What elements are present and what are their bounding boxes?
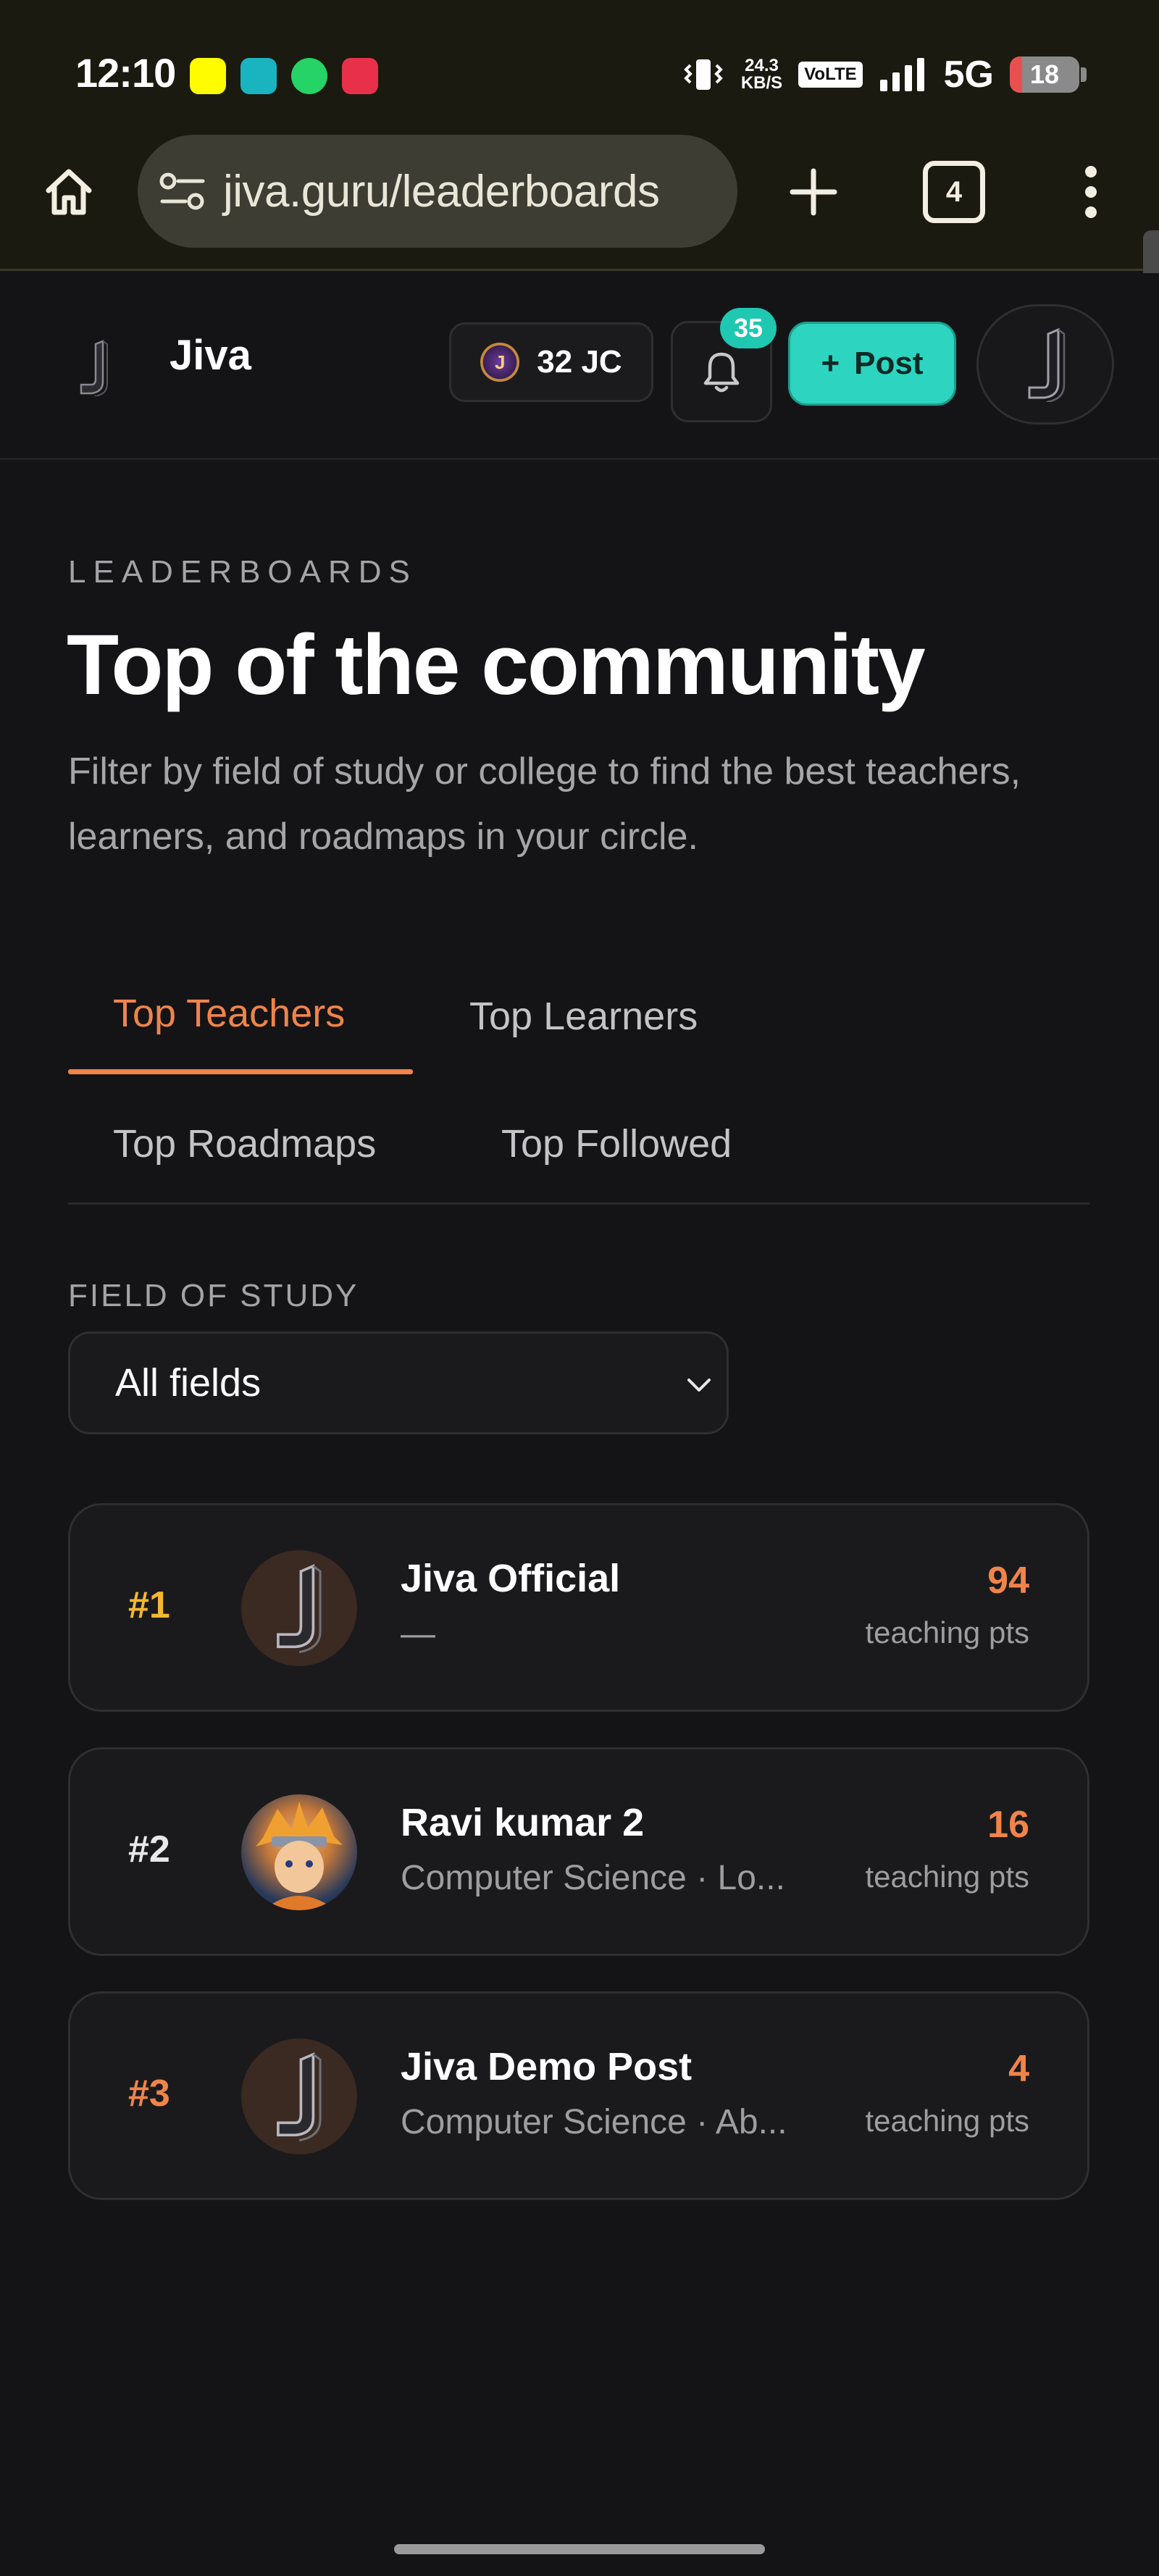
coin-icon: J: [480, 343, 520, 382]
coins-balance[interactable]: J 32 JC: [449, 322, 653, 402]
zomato-icon: [342, 58, 378, 94]
rank-label: #1: [128, 1584, 170, 1626]
battery-nub: [1081, 67, 1087, 82]
user-meta: Computer Science · Lo...: [401, 1859, 785, 1897]
leaderboard-entry[interactable]: #3 Jiva Demo Post Computer Science · Ab.…: [68, 1991, 1089, 2200]
avatar: [241, 1550, 357, 1666]
points-value: 4: [1008, 2048, 1029, 2090]
more-vert-icon: [1085, 166, 1097, 218]
tab-top-learners[interactable]: Top Learners: [469, 994, 698, 1039]
network-speed: 24.3 KB/S: [740, 56, 783, 93]
rank-label: #3: [128, 2073, 170, 2115]
section-eyebrow: LEADERBOARDS: [68, 554, 417, 590]
status-bar: 12:10 24.3 KB/S VoLTE 5G 18: [0, 0, 1159, 130]
status-time: 12:10: [75, 50, 176, 96]
battery-fill: [1010, 57, 1023, 93]
leaderboard-entry[interactable]: #1 Jiva Official — 94 teaching pts: [68, 1503, 1089, 1712]
whatsapp-icon: [291, 58, 327, 94]
avatar: [241, 1794, 357, 1910]
new-post-button[interactable]: + Post: [788, 322, 956, 406]
screen: 12:10 24.3 KB/S VoLTE 5G 18 jiva.guru/le…: [0, 0, 1159, 2576]
address-bar[interactable]: jiva.guru/leaderboards: [138, 135, 737, 248]
profile-avatar-button[interactable]: [976, 304, 1114, 425]
battery-icon: 18: [1010, 57, 1079, 93]
app-notification-icon: [240, 58, 277, 94]
snapchat-icon: [190, 58, 226, 94]
menu-button[interactable]: [1069, 159, 1113, 225]
selected-field: All fields: [115, 1361, 261, 1405]
active-tab-indicator: [68, 1069, 413, 1074]
tabs-divider: [68, 1203, 1089, 1205]
jiva-logo-icon: [277, 1564, 322, 1654]
coins-text: 32 JC: [537, 344, 622, 380]
user-meta: —: [401, 1615, 435, 1653]
page-subtitle: Filter by field of study or college to f…: [68, 750, 1021, 858]
new-tab-button[interactable]: [781, 159, 846, 225]
signal-icon: [879, 58, 924, 91]
tab-count: 4: [945, 175, 963, 208]
volte-badge: VoLTE: [798, 62, 863, 88]
post-button-label: Post: [854, 346, 924, 381]
network-type: 5G: [943, 54, 994, 96]
points-value: 94: [987, 1560, 1029, 1602]
plus-icon: +: [821, 346, 840, 381]
tab-switcher-button[interactable]: 4: [923, 161, 985, 223]
home-icon: [46, 169, 92, 215]
plus-icon: [790, 168, 837, 216]
rank-label: #2: [128, 1828, 170, 1870]
user-name[interactable]: Jiva Demo Post: [401, 2044, 692, 2089]
points-label: teaching pts: [865, 2104, 1030, 2138]
points-value: 16: [987, 1804, 1029, 1846]
home-button[interactable]: [36, 159, 101, 225]
url-text: jiva.guru/leaderboards: [223, 166, 660, 217]
leaderboard-entry[interactable]: #2 Ravi kumar 2 Computer Science · Lo...…: [68, 1747, 1089, 1956]
points-label: teaching pts: [865, 1860, 1030, 1894]
vibrate-icon: [684, 59, 723, 90]
jiva-logo-icon: [277, 2052, 322, 2142]
chevron-down-icon: [687, 1379, 711, 1392]
status-indicators: 24.3 KB/S VoLTE 5G 18: [682, 49, 1087, 100]
bell-icon: [703, 352, 740, 393]
page-title: Top of the community: [67, 617, 926, 713]
brand-name[interactable]: Jiva: [170, 331, 251, 380]
anime-avatar-image: [256, 1802, 343, 1910]
gesture-home-indicator[interactable]: [394, 2544, 765, 2554]
points-label: teaching pts: [865, 1615, 1030, 1649]
tab-top-followed[interactable]: Top Followed: [501, 1121, 732, 1166]
field-of-study-label: FIELD OF STUDY: [68, 1278, 359, 1313]
tab-top-teachers[interactable]: Top Teachers: [113, 991, 345, 1036]
tab-top-roadmaps[interactable]: Top Roadmaps: [113, 1121, 376, 1166]
site-settings-icon[interactable]: [158, 170, 209, 213]
user-avatar-logo: [1028, 327, 1066, 402]
browser-toolbar: jiva.guru/leaderboards 4: [0, 130, 1159, 271]
jiva-logo-icon: [80, 340, 108, 396]
user-name[interactable]: Ravi kumar 2: [401, 1800, 644, 1845]
battery-level: 18: [1029, 59, 1060, 89]
user-name[interactable]: Jiva Official: [401, 1556, 620, 1601]
avatar: [241, 2038, 357, 2154]
notification-badge: 35: [720, 308, 777, 348]
field-of-study-select[interactable]: All fields: [68, 1331, 729, 1434]
user-meta: Computer Science · Ab...: [401, 2103, 787, 2141]
jiva-logo[interactable]: [35, 309, 151, 425]
